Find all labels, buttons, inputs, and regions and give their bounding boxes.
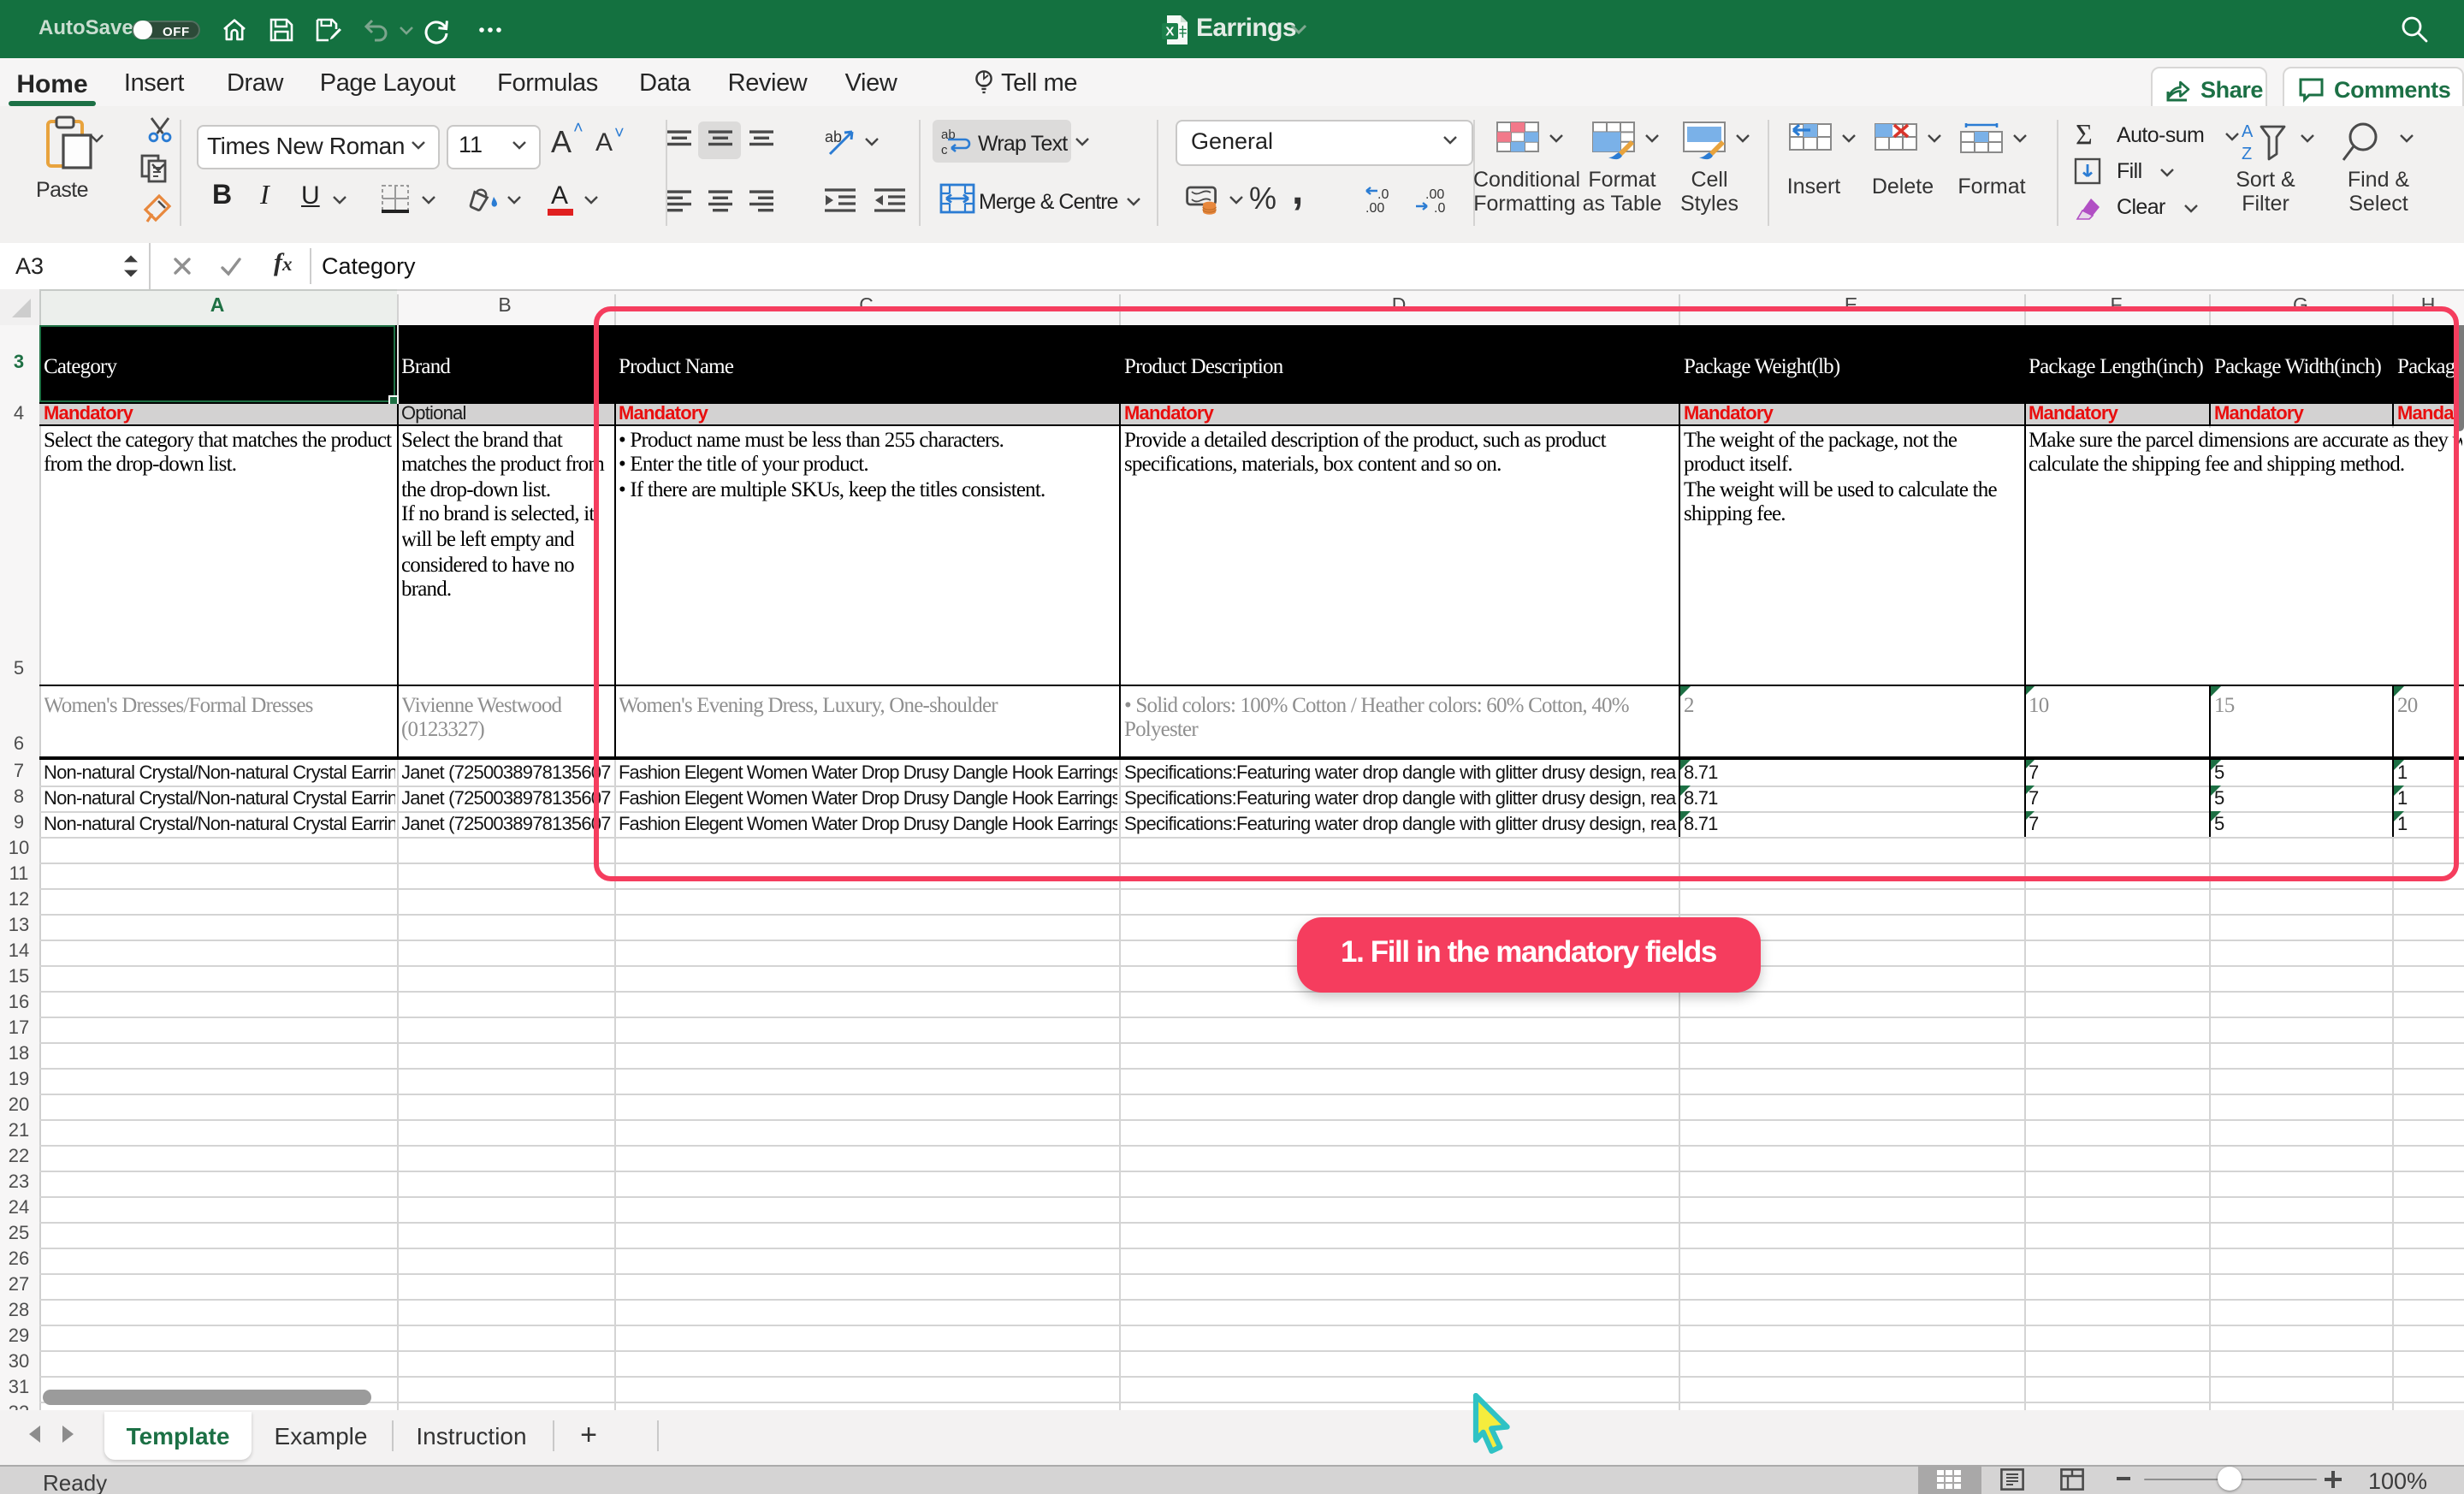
svg-text:.00: .00 bbox=[1425, 187, 1444, 202]
svg-text:.0: .0 bbox=[1434, 201, 1445, 214]
svg-text:c: c bbox=[941, 143, 948, 157]
svg-text:A: A bbox=[2242, 122, 2254, 141]
svg-text:.0: .0 bbox=[1377, 187, 1389, 202]
svg-text:X: X bbox=[1165, 24, 1174, 39]
svg-text:Z: Z bbox=[2242, 145, 2252, 163]
svg-text:.00: .00 bbox=[1365, 201, 1384, 214]
